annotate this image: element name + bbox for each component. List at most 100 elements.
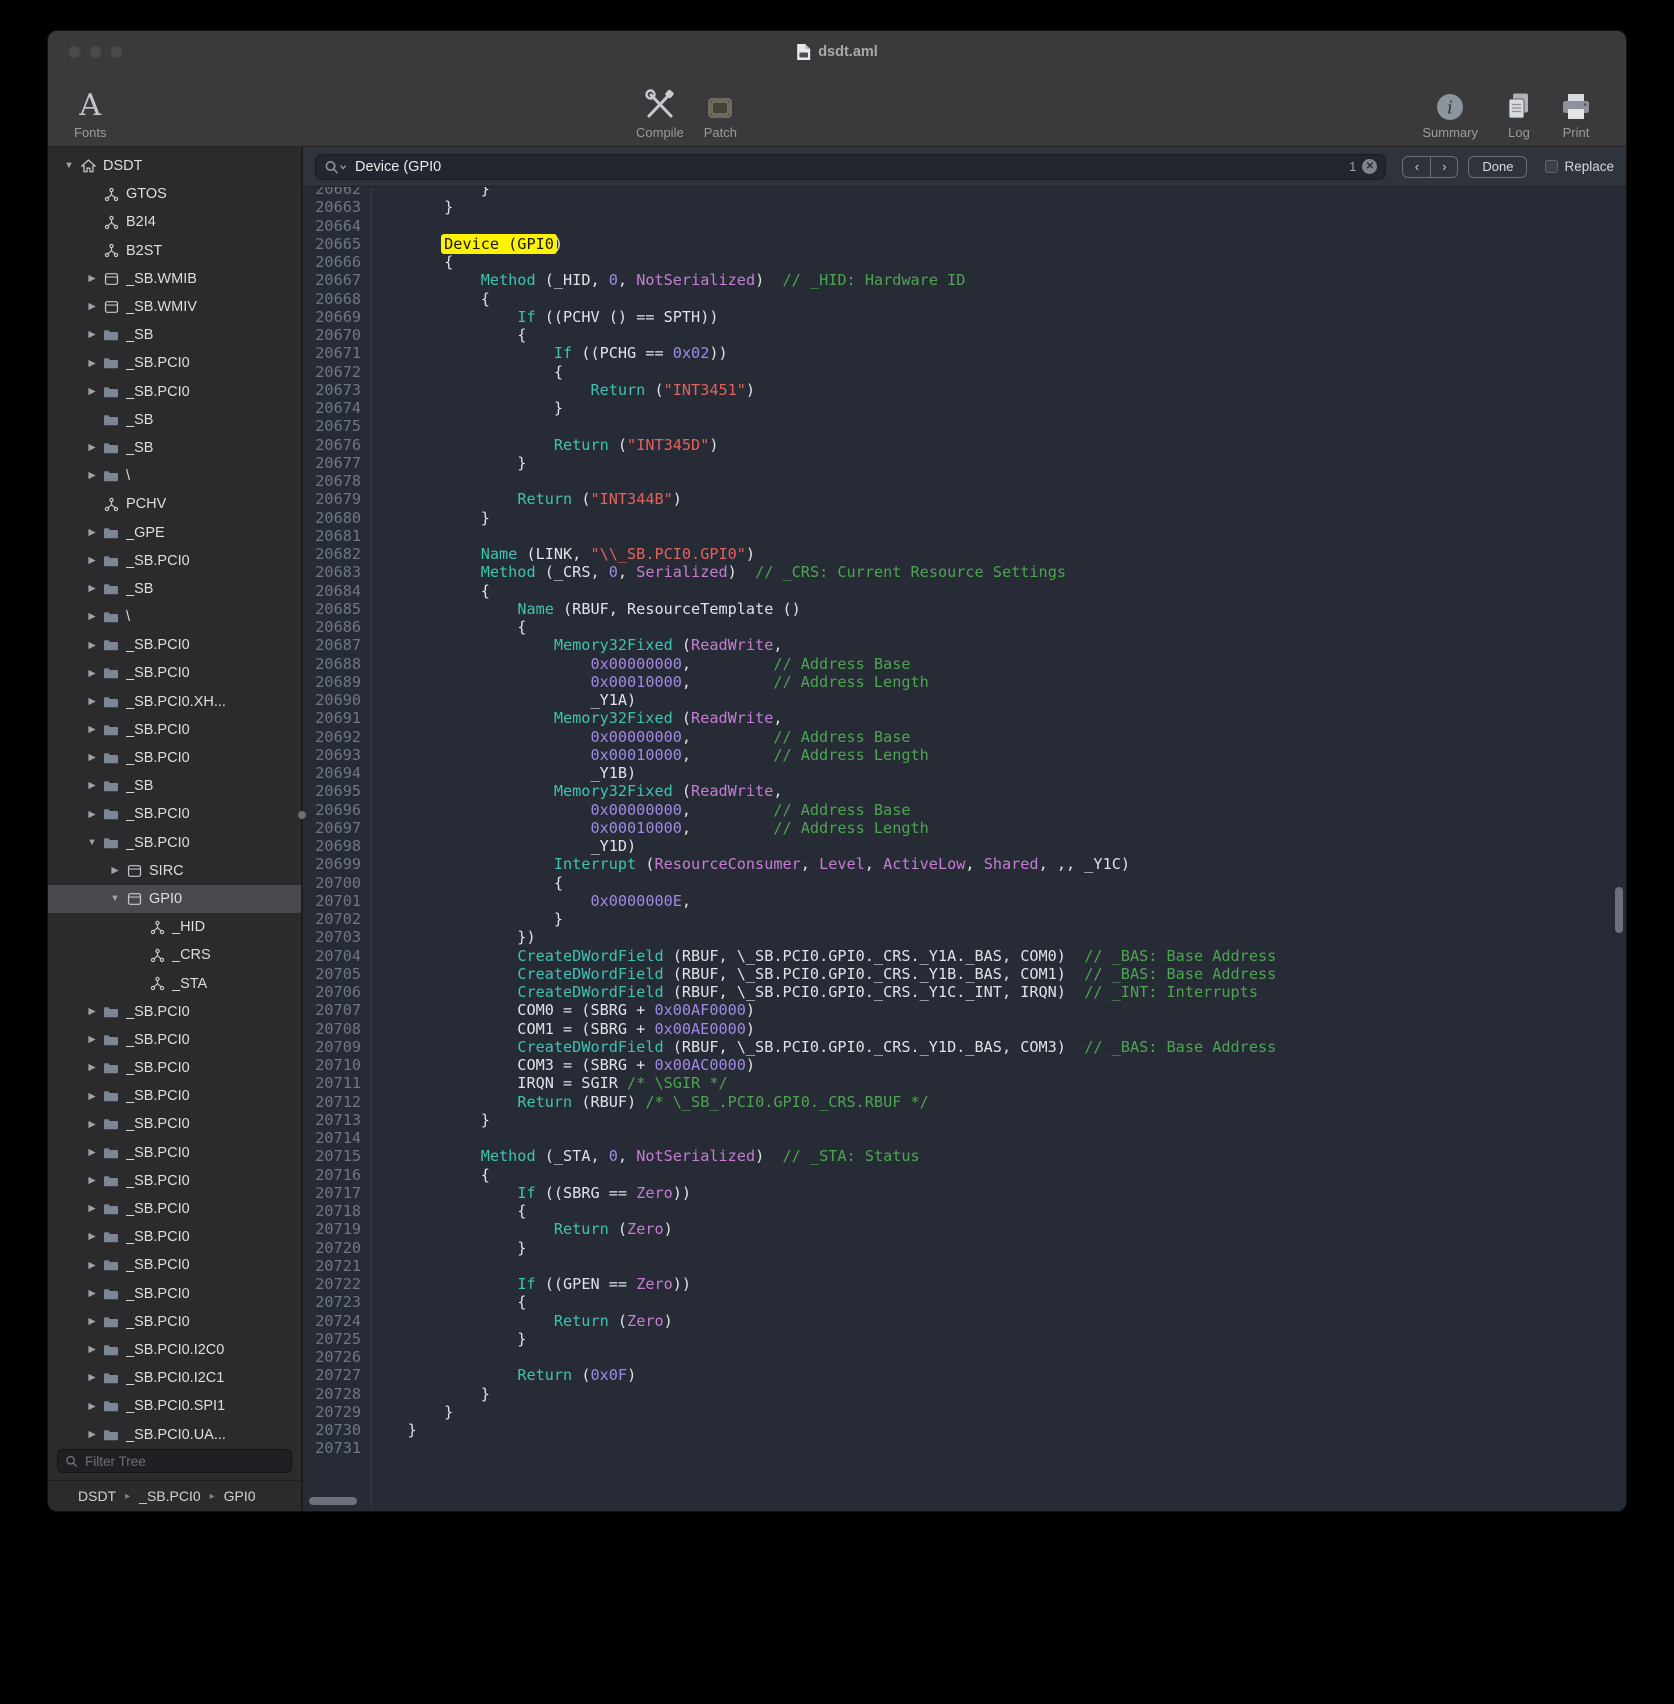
tree-item-sb-pci0[interactable]: ▶_SB.PCI0: [48, 349, 301, 377]
disclosure-triangle-icon[interactable]: ▶: [83, 1120, 101, 1130]
minimize-button[interactable]: [89, 46, 102, 59]
disclosure-triangle-icon[interactable]: ▶: [106, 866, 124, 876]
tree-item-dsdt[interactable]: ▼DSDT: [48, 152, 301, 180]
disclosure-triangle-icon[interactable]: ▶: [83, 697, 101, 707]
patch-button[interactable]: Patch: [704, 86, 737, 140]
tree-item-sb-pci0-i2c1[interactable]: ▶_SB.PCI0.I2C1: [48, 1364, 301, 1392]
tree-item-sb-pci0[interactable]: ▶_SB.PCI0: [48, 1139, 301, 1167]
tree-item-sb-pci0[interactable]: ▶_SB.PCI0: [48, 998, 301, 1026]
zoom-button[interactable]: [110, 46, 123, 59]
tree-item-sb-pci0-ua[interactable]: ▶_SB.PCI0.UA...: [48, 1420, 301, 1442]
tree-item-sb-wmiv[interactable]: ▶_SB.WMIV: [48, 293, 301, 321]
tree-item-sb-pci0[interactable]: ▶_SB.PCI0: [48, 1280, 301, 1308]
disclosure-triangle-icon[interactable]: ▶: [83, 1148, 101, 1158]
disclosure-triangle-icon[interactable]: ▼: [83, 838, 101, 848]
disclosure-triangle-icon[interactable]: ▶: [83, 1232, 101, 1242]
disclosure-triangle-icon[interactable]: ▶: [83, 584, 101, 594]
tree-item-sb-pci0[interactable]: ▶_SB.PCI0: [48, 547, 301, 575]
breadcrumb-item[interactable]: DSDT: [78, 1488, 116, 1504]
disclosure-triangle-icon[interactable]: ▶: [83, 274, 101, 284]
tree-item-sb-pci0[interactable]: ▶_SB.PCI0: [48, 800, 301, 828]
find-field[interactable]: 1 ✕: [315, 154, 1386, 180]
disclosure-triangle-icon[interactable]: ▶: [83, 1204, 101, 1214]
tree-item-sb-pci0[interactable]: ▶_SB.PCI0: [48, 1167, 301, 1195]
disclosure-triangle-icon[interactable]: ▼: [106, 894, 124, 904]
disclosure-triangle-icon[interactable]: ▶: [83, 753, 101, 763]
disclosure-triangle-icon[interactable]: ▶: [83, 1345, 101, 1355]
tree-item-sb-pci0-xh[interactable]: ▶_SB.PCI0.XH...: [48, 688, 301, 716]
tree-item-sb-pci0[interactable]: ▶_SB.PCI0: [48, 1308, 301, 1336]
done-button[interactable]: Done: [1468, 156, 1527, 178]
disclosure-triangle-icon[interactable]: ▶: [83, 1261, 101, 1271]
disclosure-triangle-icon[interactable]: ▼: [60, 161, 78, 171]
tree-item-[interactable]: ▶\: [48, 603, 301, 631]
find-input[interactable]: [353, 158, 1343, 176]
disclosure-triangle-icon[interactable]: ▶: [83, 1317, 101, 1327]
disclosure-triangle-icon[interactable]: ▶: [83, 556, 101, 566]
disclosure-triangle-icon[interactable]: ▶: [83, 443, 101, 453]
compile-button[interactable]: Compile: [636, 86, 684, 140]
find-next-button[interactable]: ›: [1430, 157, 1457, 177]
tree-item-sb-pci0[interactable]: ▶_SB.PCI0: [48, 1223, 301, 1251]
tree-item-sta[interactable]: _STA: [48, 969, 301, 997]
disclosure-triangle-icon[interactable]: ▶: [83, 1373, 101, 1383]
code-editor[interactable]: 20662 }20663 }2066420665 Device (GPI0)20…: [303, 187, 1626, 1511]
disclosure-triangle-icon[interactable]: ▶: [83, 330, 101, 340]
tree-item-sb[interactable]: _SB: [48, 406, 301, 434]
tree-item-sb-pci0[interactable]: ▶_SB.PCI0: [48, 1082, 301, 1110]
disclosure-triangle-icon[interactable]: ▶: [83, 1092, 101, 1102]
disclosure-triangle-icon[interactable]: ▶: [83, 302, 101, 312]
tree-item-[interactable]: ▶\: [48, 462, 301, 490]
tree-item-sb[interactable]: ▶_SB: [48, 772, 301, 800]
disclosure-triangle-icon[interactable]: ▶: [83, 641, 101, 651]
filter-tree-input[interactable]: [83, 1453, 284, 1470]
tree-item-sb-pci0[interactable]: ▶_SB.PCI0: [48, 1251, 301, 1279]
horizontal-scrollbar[interactable]: [309, 1497, 357, 1505]
disclosure-triangle-icon[interactable]: ▶: [83, 612, 101, 622]
tree-item-sb-pci0[interactable]: ▼_SB.PCI0: [48, 829, 301, 857]
tree-item-sb-pci0[interactable]: ▶_SB.PCI0: [48, 1110, 301, 1138]
tree-item-sirc[interactable]: ▶SIRC: [48, 857, 301, 885]
tree-item-sb-pci0[interactable]: ▶_SB.PCI0: [48, 744, 301, 772]
disclosure-triangle-icon[interactable]: ▶: [83, 387, 101, 397]
disclosure-triangle-icon[interactable]: ▶: [83, 1007, 101, 1017]
breadcrumb-item[interactable]: GPI0: [224, 1488, 256, 1504]
tree-item-sb-pci0[interactable]: ▶_SB.PCI0: [48, 716, 301, 744]
tree-item-crs[interactable]: _CRS: [48, 941, 301, 969]
disclosure-triangle-icon[interactable]: ▶: [83, 471, 101, 481]
replace-checkbox[interactable]: [1545, 160, 1558, 173]
print-button[interactable]: Print: [1560, 86, 1592, 140]
tree-item-sb-pci0[interactable]: ▶_SB.PCI0: [48, 1195, 301, 1223]
tree-item-sb-pci0[interactable]: ▶_SB.PCI0: [48, 1026, 301, 1054]
disclosure-triangle-icon[interactable]: ▶: [83, 1063, 101, 1073]
fonts-button[interactable]: A Fonts: [74, 86, 107, 140]
vertical-scrollbar[interactable]: [1615, 887, 1623, 933]
disclosure-triangle-icon[interactable]: ▶: [83, 669, 101, 679]
tree-item-b2st[interactable]: B2ST: [48, 237, 301, 265]
disclosure-triangle-icon[interactable]: ▶: [83, 1402, 101, 1412]
tree-item-pchv[interactable]: PCHV: [48, 490, 301, 518]
summary-button[interactable]: i Summary: [1422, 86, 1478, 140]
disclosure-triangle-icon[interactable]: ▶: [83, 781, 101, 791]
tree-item-hid[interactable]: _HID: [48, 913, 301, 941]
tree-item-b2i4[interactable]: B2I4: [48, 208, 301, 236]
tree-item-sb-pci0[interactable]: ▶_SB.PCI0: [48, 1054, 301, 1082]
tree-item-sb[interactable]: ▶_SB: [48, 434, 301, 462]
tree-item-gpi0[interactable]: ▼GPI0: [48, 885, 301, 913]
disclosure-triangle-icon[interactable]: ▶: [83, 725, 101, 735]
tree-item-sb-wmib[interactable]: ▶_SB.WMIB: [48, 265, 301, 293]
tree-item-sb-pci0[interactable]: ▶_SB.PCI0: [48, 378, 301, 406]
disclosure-triangle-icon[interactable]: ▶: [83, 810, 101, 820]
disclosure-triangle-icon[interactable]: ▶: [83, 1035, 101, 1045]
close-button[interactable]: [68, 46, 81, 59]
disclosure-triangle-icon[interactable]: ▶: [83, 359, 101, 369]
disclosure-triangle-icon[interactable]: ▶: [83, 1176, 101, 1186]
tree-item-gtos[interactable]: GTOS: [48, 180, 301, 208]
log-button[interactable]: Log: [1504, 86, 1534, 140]
find-previous-button[interactable]: ‹: [1403, 157, 1430, 177]
tree-item-sb[interactable]: ▶_SB: [48, 321, 301, 349]
disclosure-triangle-icon[interactable]: ▶: [83, 528, 101, 538]
tree-item-sb-pci0[interactable]: ▶_SB.PCI0: [48, 659, 301, 687]
tree-item-gpe[interactable]: ▶_GPE: [48, 518, 301, 546]
breadcrumb-item[interactable]: _SB.PCI0: [139, 1488, 200, 1504]
